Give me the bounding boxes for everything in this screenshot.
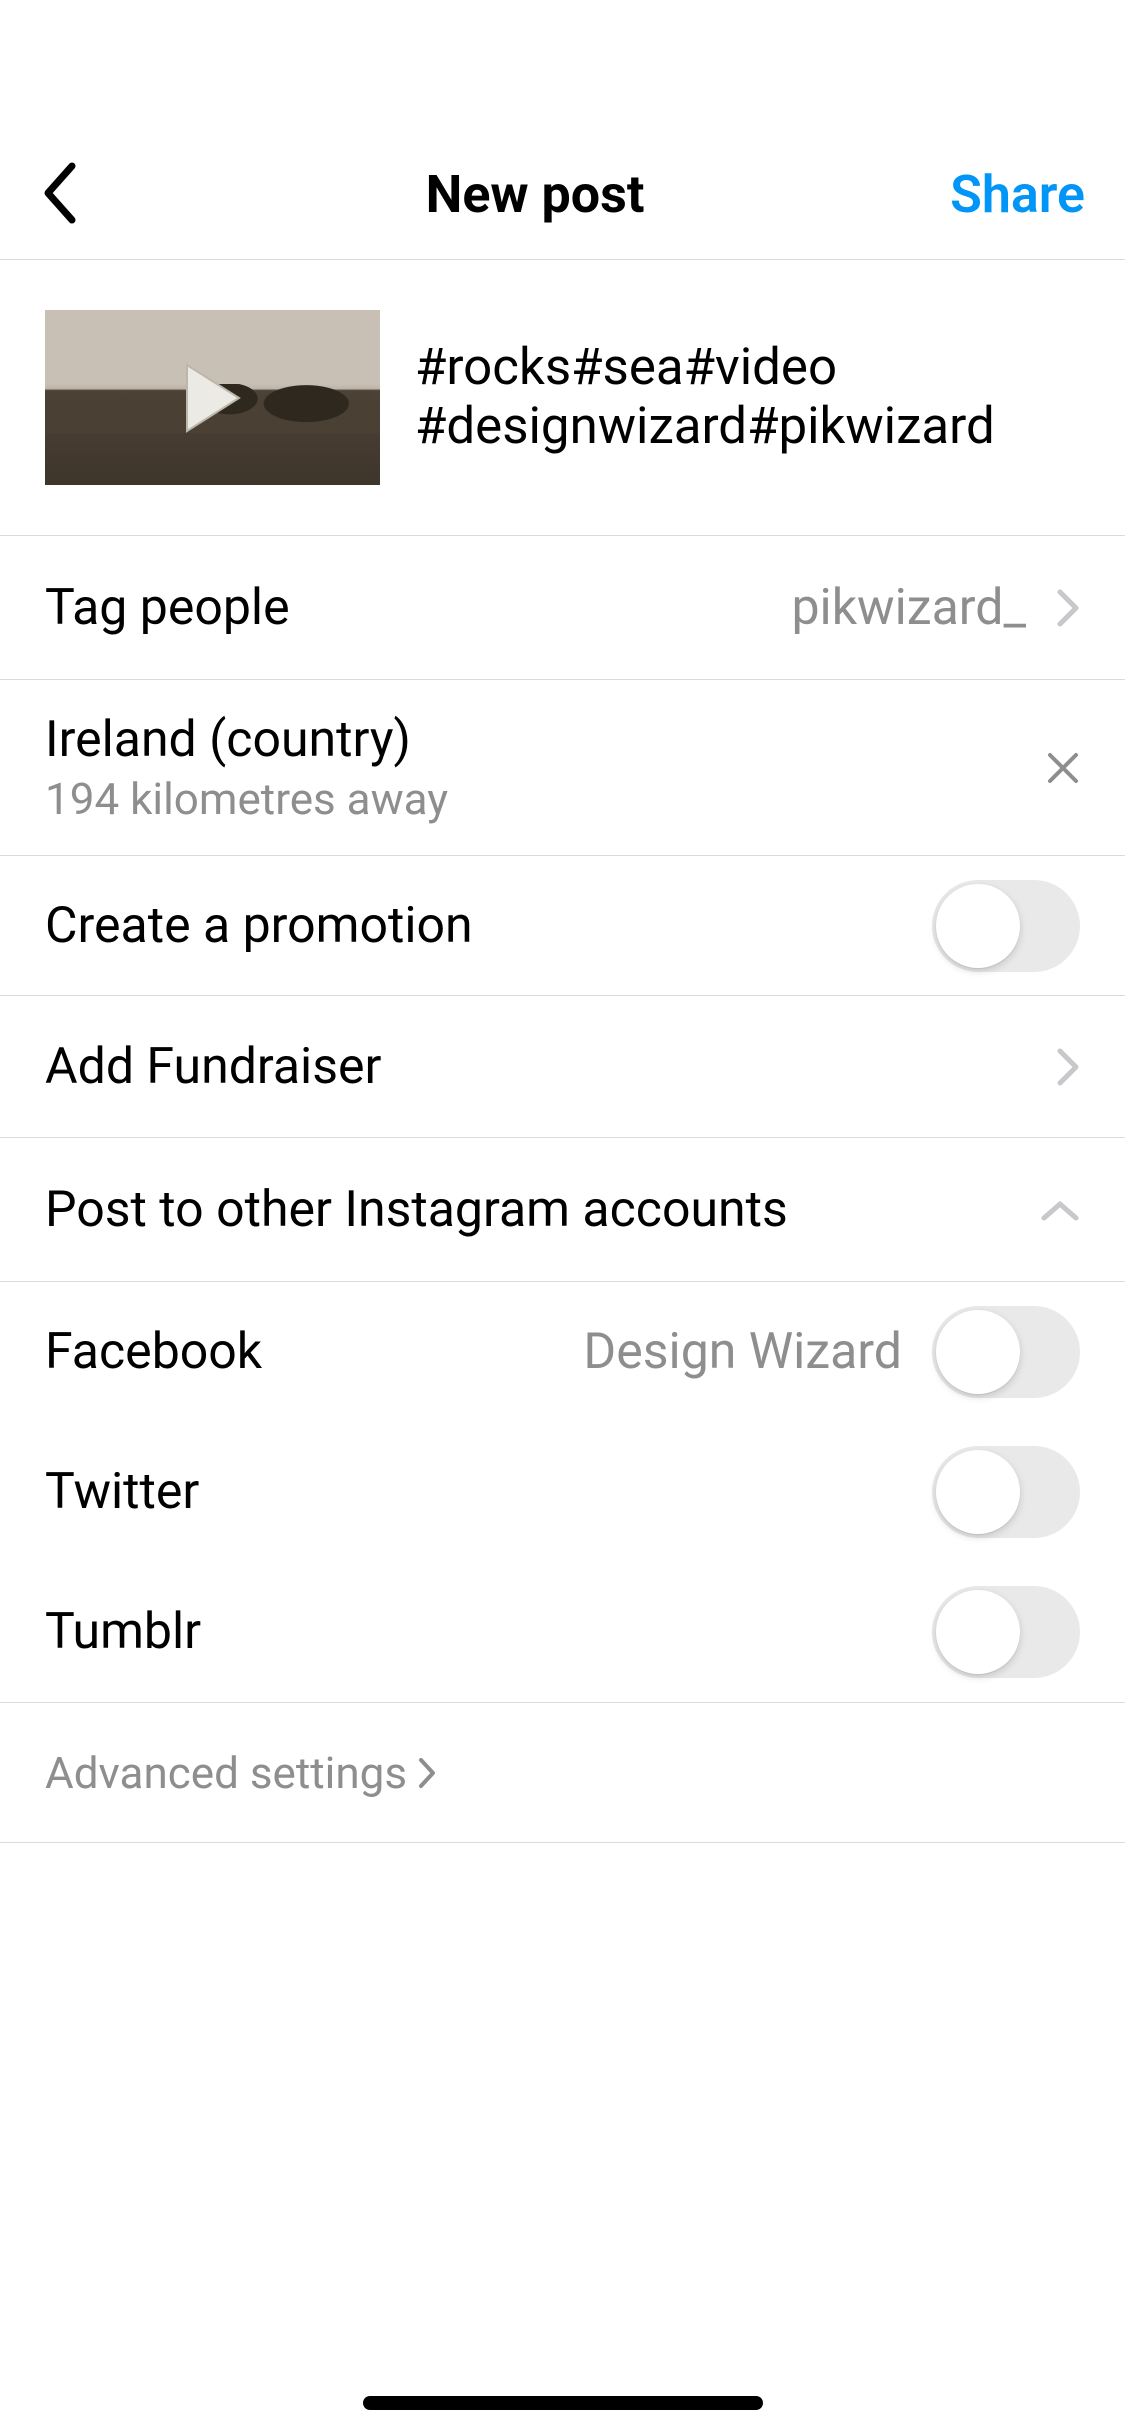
- share-facebook-label: Facebook: [45, 1323, 262, 1381]
- play-icon: [181, 361, 245, 435]
- share-tumblr-toggle[interactable]: [932, 1586, 1080, 1678]
- caption-text[interactable]: #rocks#sea#video #designwizard#pikwizard: [415, 339, 1080, 456]
- share-tumblr-row: Tumblr: [0, 1562, 1125, 1702]
- share-facebook-toggle[interactable]: [932, 1306, 1080, 1398]
- close-icon: [1046, 751, 1080, 785]
- chevron-left-icon: [40, 162, 76, 228]
- share-button[interactable]: Share: [950, 164, 1085, 225]
- share-twitter-row: Twitter: [0, 1422, 1125, 1562]
- post-other-accounts-label: Post to other Instagram accounts: [45, 1181, 788, 1239]
- page-title: New post: [426, 164, 645, 225]
- post-other-accounts-row[interactable]: Post to other Instagram accounts: [0, 1138, 1125, 1282]
- advanced-settings-row[interactable]: Advanced settings: [0, 1703, 1125, 1843]
- promotion-label: Create a promotion: [45, 897, 473, 955]
- share-twitter-toggle[interactable]: [932, 1446, 1080, 1538]
- media-thumbnail[interactable]: [45, 310, 380, 485]
- tag-people-row[interactable]: Tag people pikwizard_: [0, 536, 1125, 680]
- share-tumblr-label: Tumblr: [45, 1603, 201, 1661]
- back-button[interactable]: [40, 162, 120, 228]
- fundraiser-label: Add Fundraiser: [45, 1038, 381, 1096]
- caption-row[interactable]: #rocks#sea#video #designwizard#pikwizard: [0, 260, 1125, 536]
- share-facebook-account: Design Wizard: [583, 1323, 902, 1381]
- new-post-screen: New post Share #rocks#sea#video #designw…: [0, 0, 1125, 2436]
- share-targets-section: Facebook Design Wizard Twitter Tumblr: [0, 1282, 1125, 1703]
- share-facebook-row: Facebook Design Wizard: [0, 1282, 1125, 1422]
- home-indicator[interactable]: [363, 2396, 763, 2410]
- chevron-right-icon: [417, 1756, 437, 1790]
- chevron-right-icon: [1056, 588, 1080, 628]
- tag-people-right: pikwizard_: [791, 579, 1080, 637]
- location-row[interactable]: Ireland (country) 194 kilometres away: [0, 680, 1125, 856]
- fundraiser-row[interactable]: Add Fundraiser: [0, 996, 1125, 1138]
- chevron-up-icon: [1040, 1198, 1080, 1222]
- promotion-row: Create a promotion: [0, 856, 1125, 996]
- share-twitter-label: Twitter: [45, 1463, 199, 1521]
- post-other-right: [1040, 1198, 1080, 1222]
- location-col: Ireland (country) 194 kilometres away: [45, 711, 448, 825]
- location-clear[interactable]: [1046, 751, 1080, 785]
- location-distance: 194 kilometres away: [45, 773, 448, 825]
- promotion-toggle[interactable]: [932, 880, 1080, 972]
- tag-people-label: Tag people: [45, 579, 290, 637]
- tag-people-value: pikwizard_: [791, 579, 1026, 637]
- fundraiser-right: [1056, 1047, 1080, 1087]
- chevron-right-icon: [1056, 1047, 1080, 1087]
- advanced-settings-label: Advanced settings: [45, 1747, 407, 1799]
- header-bar: New post Share: [0, 0, 1125, 260]
- location-name: Ireland (country): [45, 711, 448, 769]
